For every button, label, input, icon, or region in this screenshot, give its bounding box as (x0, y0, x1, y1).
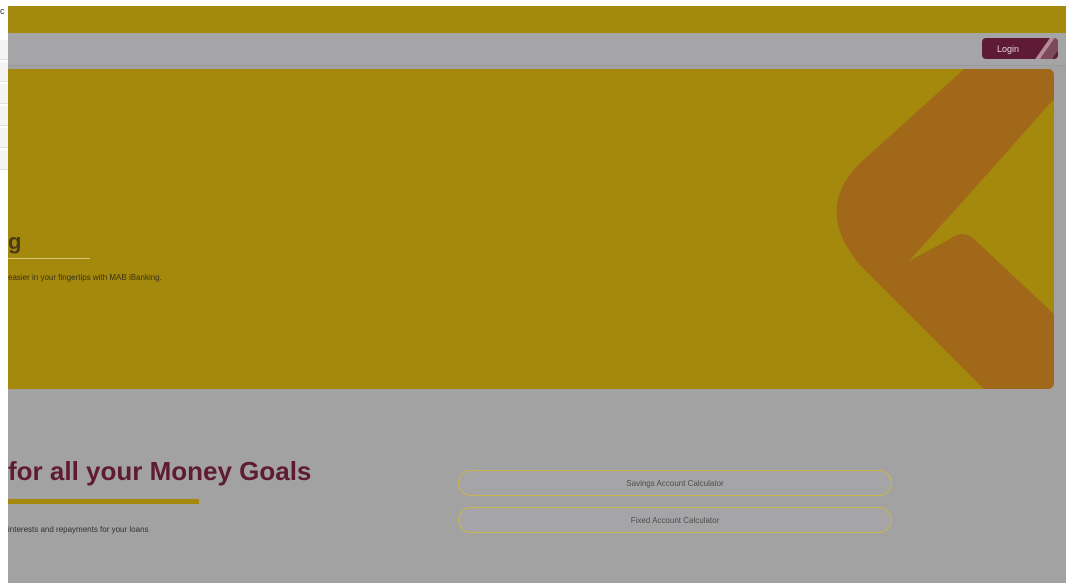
login-button-label: Login (996, 43, 1020, 54)
background-row (0, 106, 8, 126)
goals-description: interests and repayments for your loans (8, 525, 149, 534)
hero-banner: g easier in your fingertips with MAB iBa… (8, 69, 1054, 389)
login-button[interactable]: Login (982, 38, 1058, 59)
background-row (0, 62, 8, 82)
navbar: Login (8, 33, 1066, 66)
hero-divider (8, 258, 90, 259)
hero-title: g (8, 229, 22, 254)
chevron-shape-icon (836, 69, 1054, 389)
savings-calculator-button[interactable]: Savings Account Calculator (458, 470, 892, 496)
dimmed-page: Login g easier in your fingertips with M… (8, 6, 1066, 583)
goals-heading: for all your Money Goals (8, 456, 312, 486)
fixed-calculator-button[interactable]: Fixed Account Calculator (458, 507, 892, 533)
goals-underline (8, 499, 199, 504)
background-page-sliver: c (0, 0, 8, 583)
background-row (0, 40, 8, 60)
background-row (0, 128, 8, 148)
background-row (0, 150, 8, 170)
background-row (0, 84, 8, 104)
hero-description: easier in your fingertips with MAB iBank… (8, 273, 162, 282)
background-text-fragment: c (0, 6, 5, 16)
top-banner-strip (8, 6, 1066, 33)
